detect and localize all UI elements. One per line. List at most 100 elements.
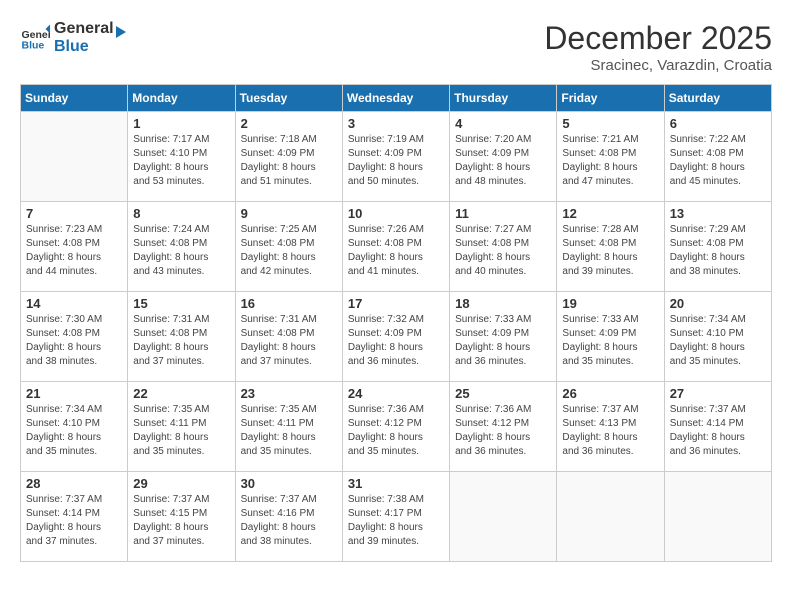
calendar-day-cell: 30Sunrise: 7:37 AM Sunset: 4:16 PM Dayli… xyxy=(235,472,342,562)
day-number: 11 xyxy=(455,206,551,221)
day-info: Sunrise: 7:36 AM Sunset: 4:12 PM Dayligh… xyxy=(348,403,444,459)
day-info: Sunrise: 7:38 AM Sunset: 4:17 PM Dayligh… xyxy=(348,493,444,549)
title-block: December 2025 Sracinec, Varazdin, Croati… xyxy=(544,20,772,74)
calendar-table: SundayMondayTuesdayWednesdayThursdayFrid… xyxy=(20,84,772,562)
calendar-day-cell: 15 Sunrise: 7:31 AM Sunset: 4:08 PM Dayli… xyxy=(128,292,235,382)
day-info: Sunrise: 7:37 AM Sunset: 4:15 PM Dayligh… xyxy=(133,493,229,549)
column-header-wednesday: Wednesday xyxy=(342,85,449,112)
calendar-day-cell: 27Sunrise: 7:37 AM Sunset: 4:14 PM Dayli… xyxy=(664,382,771,472)
calendar-day-cell: 17Sunrise: 7:32 AM Sunset: 4:09 PM Dayli… xyxy=(342,292,449,382)
calendar-week-row: 7Sunrise: 7:23 AM Sunset: 4:08 PM Daylig… xyxy=(21,202,772,292)
column-header-tuesday: Tuesday xyxy=(235,85,342,112)
day-number: 23 xyxy=(241,386,337,401)
day-info: Sunrise: 7:31 AM Sunset: 4:08 PM Dayligh… xyxy=(241,313,337,369)
calendar-day-cell: 7Sunrise: 7:23 AM Sunset: 4:08 PM Daylig… xyxy=(21,202,128,292)
day-number: 24 xyxy=(348,386,444,401)
column-header-sunday: Sunday xyxy=(21,85,128,112)
day-info: Sunrise: 7:29 AM Sunset: 4:08 PM Dayligh… xyxy=(670,223,766,279)
logo: General Blue General Blue xyxy=(20,20,128,56)
calendar-day-cell: 19 Sunrise: 7:33 AM Sunset: 4:09 PM Dayli… xyxy=(557,292,664,382)
calendar-day-cell: 18 Sunrise: 7:33 AM Sunset: 4:09 PM Dayli… xyxy=(450,292,557,382)
day-info: Sunrise: 7:26 AM Sunset: 4:08 PM Dayligh… xyxy=(348,223,444,279)
day-info: Sunrise: 7:22 AM Sunset: 4:08 PM Dayligh… xyxy=(670,133,766,189)
calendar-day-cell: 3Sunrise: 7:19 AM Sunset: 4:09 PM Daylig… xyxy=(342,112,449,202)
calendar-day-cell: 11 Sunrise: 7:27 AM Sunset: 4:08 PM Dayli… xyxy=(450,202,557,292)
day-info: Sunrise: 7:34 AM Sunset: 4:10 PM Dayligh… xyxy=(26,403,122,459)
day-info: Sunrise: 7:37 AM Sunset: 4:14 PM Dayligh… xyxy=(670,403,766,459)
day-info: Sunrise: 7:21 AM Sunset: 4:08 PM Dayligh… xyxy=(562,133,658,189)
day-number: 29 xyxy=(133,476,229,491)
svg-text:Blue: Blue xyxy=(22,40,45,52)
calendar-day-cell: 28 Sunrise: 7:37 AM Sunset: 4:14 PM Dayli… xyxy=(21,472,128,562)
day-info: Sunrise: 7:32 AM Sunset: 4:09 PM Dayligh… xyxy=(348,313,444,369)
day-info: Sunrise: 7:34 AM Sunset: 4:10 PM Dayligh… xyxy=(670,313,766,369)
calendar-day-cell: 16Sunrise: 7:31 AM Sunset: 4:08 PM Dayli… xyxy=(235,292,342,382)
calendar-day-cell: 12Sunrise: 7:28 AM Sunset: 4:08 PM Dayli… xyxy=(557,202,664,292)
calendar-day-cell: 23 Sunrise: 7:35 AM Sunset: 4:11 PM Dayli… xyxy=(235,382,342,472)
calendar-day-cell: 6 Sunrise: 7:22 AM Sunset: 4:08 PM Daylig… xyxy=(664,112,771,202)
day-info: Sunrise: 7:20 AM Sunset: 4:09 PM Dayligh… xyxy=(455,133,551,189)
column-header-monday: Monday xyxy=(128,85,235,112)
day-info: Sunrise: 7:35 AM Sunset: 4:11 PM Dayligh… xyxy=(241,403,337,459)
day-number: 21 xyxy=(26,386,122,401)
calendar-day-cell: 10Sunrise: 7:26 AM Sunset: 4:08 PM Dayli… xyxy=(342,202,449,292)
day-info: Sunrise: 7:27 AM Sunset: 4:08 PM Dayligh… xyxy=(455,223,551,279)
logo-arrow-icon xyxy=(114,22,128,42)
day-info: Sunrise: 7:36 AM Sunset: 4:12 PM Dayligh… xyxy=(455,403,551,459)
calendar-week-row: 28 Sunrise: 7:37 AM Sunset: 4:14 PM Dayli… xyxy=(21,472,772,562)
empty-cell xyxy=(557,472,664,562)
day-number: 8 xyxy=(133,206,229,221)
day-number: 26 xyxy=(562,386,658,401)
month-year-title: December 2025 xyxy=(544,20,772,57)
empty-cell xyxy=(450,472,557,562)
calendar-week-row: 21 Sunrise: 7:34 AM Sunset: 4:10 PM Dayli… xyxy=(21,382,772,472)
day-number: 14 xyxy=(26,296,122,311)
location-subtitle: Sracinec, Varazdin, Croatia xyxy=(544,57,772,74)
logo-icon: General Blue xyxy=(20,23,50,53)
calendar-day-cell: 2Sunrise: 7:18 AM Sunset: 4:09 PM Daylig… xyxy=(235,112,342,202)
day-number: 19 xyxy=(562,296,658,311)
calendar-day-cell: 4 Sunrise: 7:20 AM Sunset: 4:09 PM Daylig… xyxy=(450,112,557,202)
day-number: 28 xyxy=(26,476,122,491)
calendar-week-row: 14 Sunrise: 7:30 AM Sunset: 4:08 PM Dayli… xyxy=(21,292,772,382)
calendar-day-cell: 31 Sunrise: 7:38 AM Sunset: 4:17 PM Dayli… xyxy=(342,472,449,562)
column-header-saturday: Saturday xyxy=(664,85,771,112)
day-info: Sunrise: 7:18 AM Sunset: 4:09 PM Dayligh… xyxy=(241,133,337,189)
day-number: 6 xyxy=(670,116,766,131)
day-info: Sunrise: 7:37 AM Sunset: 4:14 PM Dayligh… xyxy=(26,493,122,549)
calendar-day-cell: 5 Sunrise: 7:21 AM Sunset: 4:08 PM Daylig… xyxy=(557,112,664,202)
day-info: Sunrise: 7:33 AM Sunset: 4:09 PM Dayligh… xyxy=(455,313,551,369)
day-info: Sunrise: 7:33 AM Sunset: 4:09 PM Dayligh… xyxy=(562,313,658,369)
page-header: General Blue General Blue December 2025 … xyxy=(20,20,772,74)
column-header-friday: Friday xyxy=(557,85,664,112)
calendar-day-cell: 26 Sunrise: 7:37 AM Sunset: 4:13 PM Dayli… xyxy=(557,382,664,472)
calendar-day-cell: 22Sunrise: 7:35 AM Sunset: 4:11 PM Dayli… xyxy=(128,382,235,472)
calendar-day-cell: 8 Sunrise: 7:24 AM Sunset: 4:08 PM Daylig… xyxy=(128,202,235,292)
day-number: 9 xyxy=(241,206,337,221)
day-info: Sunrise: 7:35 AM Sunset: 4:11 PM Dayligh… xyxy=(133,403,229,459)
day-number: 31 xyxy=(348,476,444,491)
day-info: Sunrise: 7:31 AM Sunset: 4:08 PM Dayligh… xyxy=(133,313,229,369)
day-number: 3 xyxy=(348,116,444,131)
day-info: Sunrise: 7:37 AM Sunset: 4:13 PM Dayligh… xyxy=(562,403,658,459)
day-info: Sunrise: 7:17 AM Sunset: 4:10 PM Dayligh… xyxy=(133,133,229,189)
day-number: 20 xyxy=(670,296,766,311)
calendar-day-cell: 25 Sunrise: 7:36 AM Sunset: 4:12 PM Dayli… xyxy=(450,382,557,472)
day-number: 18 xyxy=(455,296,551,311)
calendar-week-row: 1Sunrise: 7:17 AM Sunset: 4:10 PM Daylig… xyxy=(21,112,772,202)
day-info: Sunrise: 7:25 AM Sunset: 4:08 PM Dayligh… xyxy=(241,223,337,279)
day-info: Sunrise: 7:30 AM Sunset: 4:08 PM Dayligh… xyxy=(26,313,122,369)
day-number: 13 xyxy=(670,206,766,221)
empty-cell xyxy=(664,472,771,562)
day-info: Sunrise: 7:24 AM Sunset: 4:08 PM Dayligh… xyxy=(133,223,229,279)
day-info: Sunrise: 7:28 AM Sunset: 4:08 PM Dayligh… xyxy=(562,223,658,279)
day-number: 25 xyxy=(455,386,551,401)
day-number: 5 xyxy=(562,116,658,131)
calendar-day-cell: 29 Sunrise: 7:37 AM Sunset: 4:15 PM Dayli… xyxy=(128,472,235,562)
calendar-day-cell: 14 Sunrise: 7:30 AM Sunset: 4:08 PM Dayli… xyxy=(21,292,128,382)
empty-cell xyxy=(21,112,128,202)
day-number: 15 xyxy=(133,296,229,311)
day-number: 4 xyxy=(455,116,551,131)
day-info: Sunrise: 7:37 AM Sunset: 4:16 PM Dayligh… xyxy=(241,493,337,549)
calendar-header-row: SundayMondayTuesdayWednesdayThursdayFrid… xyxy=(21,85,772,112)
